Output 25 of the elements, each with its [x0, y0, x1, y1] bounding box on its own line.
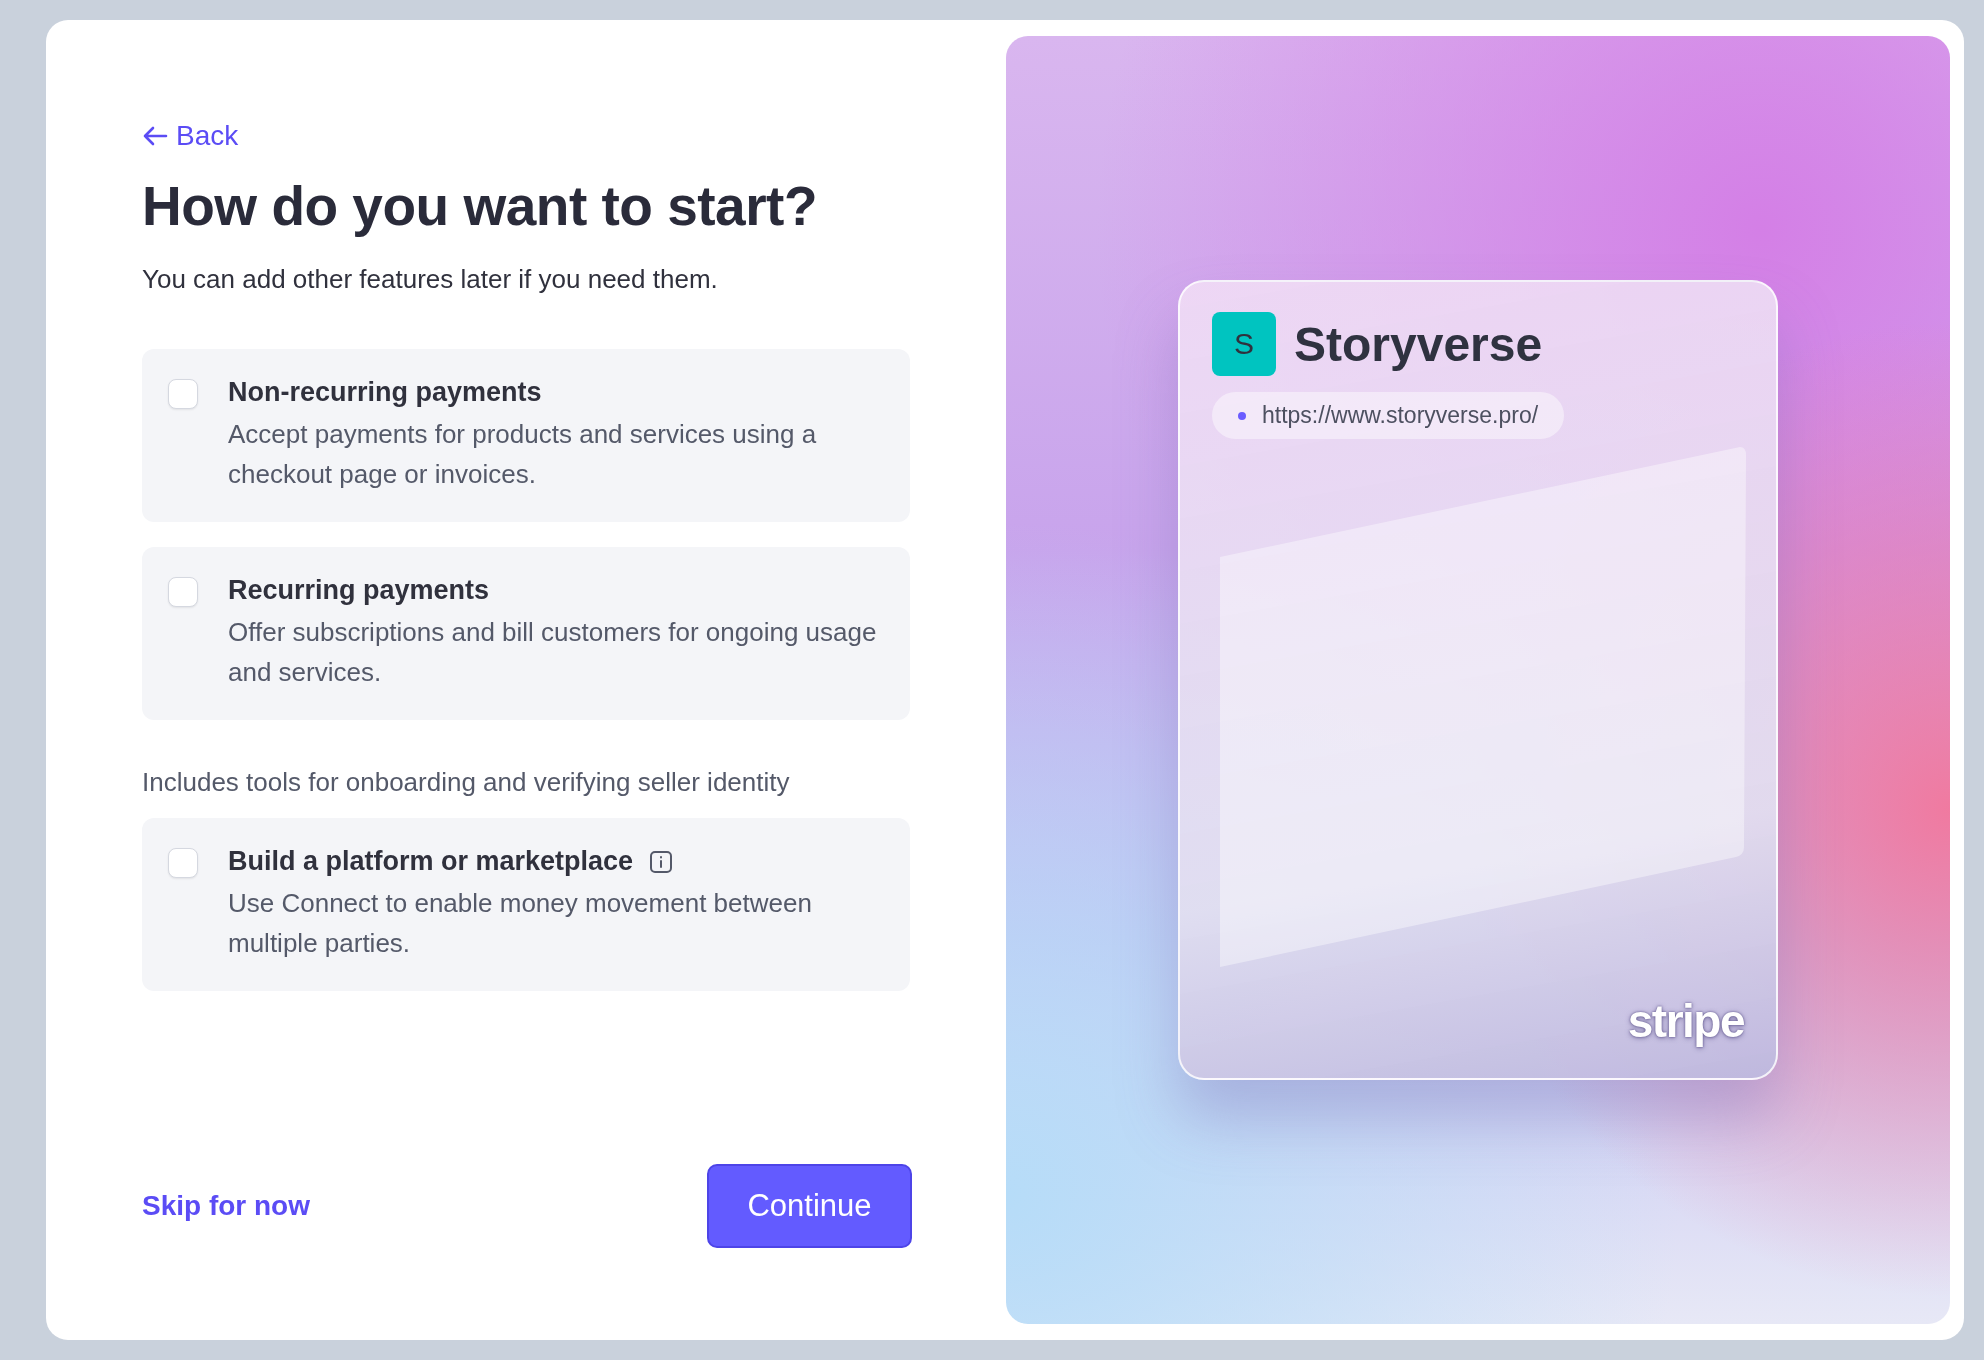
- option-description: Accept payments for products and services using a checkout page or invoices.: [228, 418, 818, 491]
- option-title: Non-recurring payments: [228, 377, 542, 408]
- checkbox[interactable]: [168, 848, 198, 878]
- checkbox[interactable]: [168, 379, 198, 409]
- site-avatar: S: [1212, 312, 1276, 376]
- info-icon[interactable]: [649, 849, 674, 874]
- option-description: Offer subscriptions and bill customers for ongoing usage and services.: [228, 616, 878, 689]
- option-title: Build a platform or marketplace: [228, 846, 634, 877]
- option-card[interactable]: Non-recurring payments Accept payments for products and services using a checkout page or invoices.: [142, 349, 910, 522]
- option-title: Recurring payments: [228, 575, 490, 606]
- option-card[interactable]: Build a platform or marketplace Use Connect to enable money movement between multiple parties.: [142, 818, 910, 991]
- back-link[interactable]: Back: [142, 120, 239, 152]
- option-description: Use Connect to enable money movement between multiple parties.: [228, 887, 813, 960]
- brand-logo: stripe: [1627, 994, 1744, 1048]
- url-text: https://www.storyverse.pro/: [1262, 402, 1539, 429]
- status-dot-icon: [1238, 411, 1246, 420]
- site-name: Storyverse: [1294, 316, 1543, 372]
- checkbox[interactable]: [168, 577, 198, 607]
- subtitle: You can add other features later if you need them.: [142, 264, 719, 295]
- page-title: How do you want to start?: [142, 174, 818, 238]
- arrow-left-icon: [142, 125, 168, 147]
- section-note: Includes tools for onboarding and verifying seller identity: [142, 767, 791, 798]
- skip-link[interactable]: Skip for now: [142, 1190, 310, 1222]
- continue-button[interactable]: Continue: [707, 1164, 912, 1248]
- option-card[interactable]: Recurring payments Offer subscriptions and bill customers for ongoing usage and services.: [142, 547, 910, 720]
